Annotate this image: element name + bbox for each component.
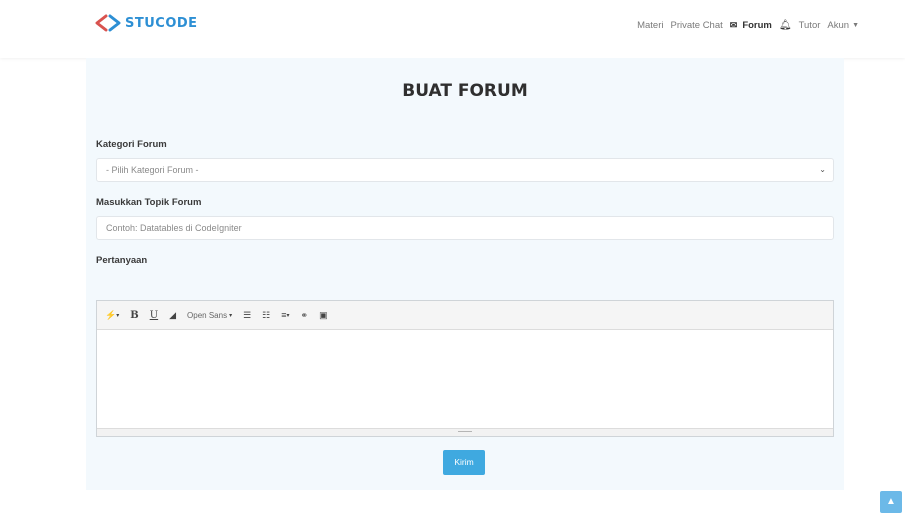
topik-placeholder: Contoh: Datatables di CodeIgniter — [106, 223, 242, 233]
navbar: STUCODE Materi Private Chat ✉ Forum 🔔︎ Tu… — [0, 0, 905, 58]
nav-item-akun-label: Akun — [827, 20, 850, 31]
link-icon[interactable]: ⚭ — [301, 310, 309, 321]
code-brackets-icon — [95, 14, 121, 32]
align-icon[interactable]: ≡ ▾ — [281, 310, 289, 320]
notification-bell[interactable]: 🔔︎ — [779, 20, 792, 31]
chevron-down-icon: ⌄ — [819, 165, 826, 174]
eraser-icon[interactable]: ◢ — [169, 310, 176, 321]
bold-button[interactable]: B — [130, 310, 138, 321]
nav-menu: Materi Private Chat ✉ Forum 🔔︎ Tutor Akun… — [630, 20, 859, 31]
chevron-up-icon: ▲ — [886, 496, 896, 507]
underline-button[interactable]: U — [150, 310, 158, 321]
grip-icon — [458, 431, 472, 432]
rich-text-editor: ⚡ ▾ B U ◢ Open Sans ▾ ☰ ☷ ≡ ▾ ⚭ ▣ — [96, 300, 834, 437]
caret-down-icon: ▼ — [852, 22, 859, 29]
nav-item-private-chat[interactable]: Private Chat — [670, 20, 722, 31]
editor-toolbar: ⚡ ▾ B U ◢ Open Sans ▾ ☰ ☷ ≡ ▾ ⚭ ▣ — [97, 301, 833, 330]
unordered-list-icon[interactable]: ☰ — [243, 310, 251, 321]
nav-item-akun[interactable]: Akun ▼ — [827, 20, 859, 31]
pertanyaan-label: Pertanyaan — [96, 255, 148, 266]
kategori-select[interactable]: - Pilih Kategori Forum - ⌄ — [96, 158, 834, 182]
brand-logo[interactable]: STUCODE — [94, 13, 198, 33]
bell-icon: 🔔︎ — [778, 20, 792, 31]
topik-input[interactable]: Contoh: Datatables di CodeIgniter — [96, 216, 834, 240]
nav-item-forum-label: Forum — [742, 20, 772, 31]
nav-item-forum[interactable]: ✉ Forum — [730, 20, 772, 31]
brand-name: STUCODE — [125, 15, 198, 31]
page-title: BUAT FORUM — [402, 81, 528, 101]
topik-label: Masukkan Topik Forum — [96, 197, 202, 208]
ordered-list-icon[interactable]: ☷ — [262, 310, 270, 321]
font-family-value: Open Sans — [187, 310, 228, 320]
kategori-label: Kategori Forum — [96, 139, 167, 150]
kategori-select-value: - Pilih Kategori Forum - — [106, 165, 199, 175]
create-forum-panel: BUAT FORUM Kategori Forum - Pilih Katego… — [86, 58, 844, 490]
nav-item-materi[interactable]: Materi — [637, 20, 663, 31]
nav-item-tutor[interactable]: Tutor — [799, 20, 821, 31]
editor-resize-handle[interactable] — [97, 428, 833, 436]
scroll-to-top-button[interactable]: ▲ — [880, 491, 902, 513]
picture-icon[interactable]: ▣ — [319, 310, 328, 321]
editor-content[interactable] — [97, 330, 833, 430]
envelope-icon: ✉ — [729, 20, 738, 30]
font-family-dropdown[interactable]: Open Sans ▾ — [187, 311, 232, 320]
kirim-button[interactable]: Kirim — [443, 450, 485, 475]
magic-wand-icon[interactable]: ⚡ ▾ — [105, 310, 119, 321]
